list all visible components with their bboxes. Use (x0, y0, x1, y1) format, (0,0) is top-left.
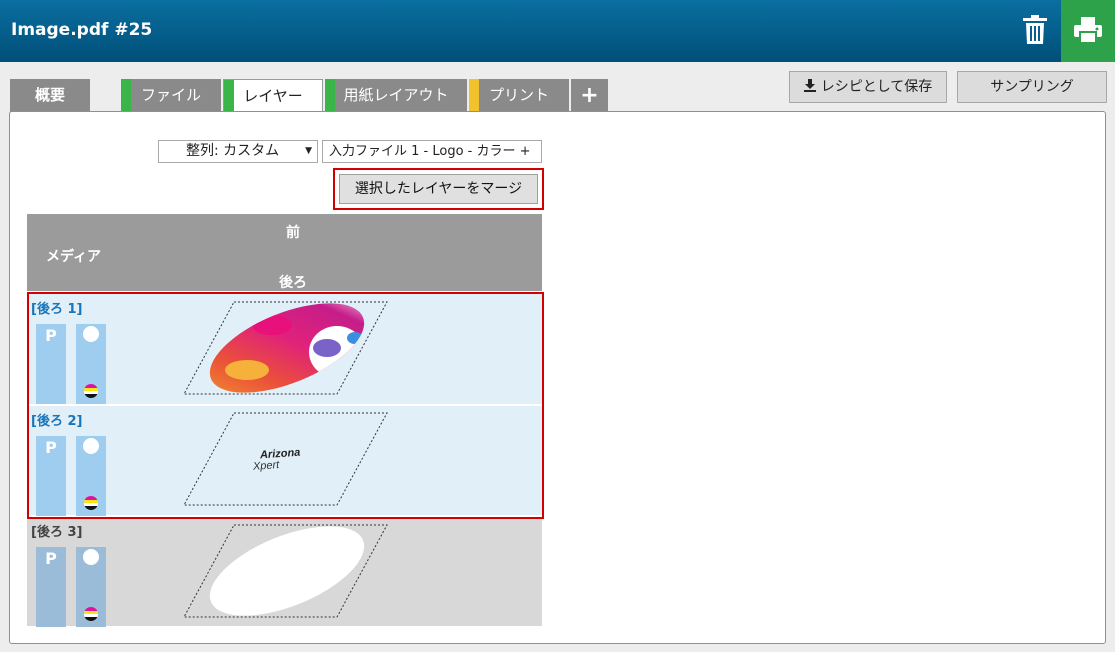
media-label: メディア (46, 249, 102, 265)
input-file-value: 入力ファイル 1 - Logo - カラー + (329, 144, 531, 159)
save-recipe-button[interactable]: レシピとして保存 (789, 71, 947, 103)
tab-paper-layout[interactable]: 用紙レイアウト (325, 79, 467, 112)
dropdown-arrow-icon: ▼ (305, 146, 312, 156)
status-stripe (469, 79, 479, 112)
cmyk-icon (84, 607, 98, 621)
tab-label: 概要 (34, 86, 65, 104)
merge-label: 選択したレイヤーをマージ (354, 181, 523, 197)
print-button[interactable] (1061, 0, 1115, 62)
tab-print[interactable]: プリント (469, 79, 569, 112)
sampling-label: サンプリング (990, 79, 1074, 95)
status-stripe (224, 80, 234, 113)
save-recipe-label: レシピとして保存 (820, 79, 933, 95)
status-stripe (325, 79, 335, 112)
layer-label: [後ろ 3] (31, 525, 83, 540)
title-bar: Image.pdf #25 (0, 0, 1115, 62)
document-title: Image.pdf #25 (11, 20, 153, 40)
download-icon (803, 79, 816, 92)
tab-label: 用紙レイアウト (343, 86, 449, 104)
layer-row[interactable]: [後ろ 3] P (27, 517, 542, 627)
trash-icon[interactable] (1022, 15, 1048, 45)
tab-label: ファイル (140, 86, 201, 104)
plus-icon: + (580, 83, 599, 108)
status-stripe (121, 79, 131, 112)
tab-label: レイヤー (243, 87, 303, 105)
add-tab-button[interactable]: + (571, 79, 608, 112)
color-column (76, 547, 106, 627)
media-header: 前 メディア 後ろ (27, 214, 542, 291)
layer-preview (183, 524, 388, 618)
tab-label: プリント (488, 86, 549, 104)
input-file-select[interactable]: 入力ファイル 1 - Logo - カラー + (322, 140, 542, 163)
tab-layer[interactable]: レイヤー (223, 79, 323, 113)
sampling-button[interactable]: サンプリング (957, 71, 1107, 103)
tab-overview[interactable]: 概要 (10, 79, 90, 112)
tab-file[interactable]: ファイル (121, 79, 221, 112)
print-mode-label: P (45, 549, 57, 568)
merge-highlight: 選択したレイヤーをマージ (333, 168, 544, 210)
print-mode-column: P (36, 547, 66, 627)
front-label: 前 (286, 225, 300, 241)
selected-layers-highlight (27, 292, 544, 519)
back-label: 後ろ (279, 275, 307, 291)
sort-value: 整列: カスタム (186, 143, 280, 159)
white-ink-icon (83, 549, 99, 565)
sort-select[interactable]: 整列: カスタム ▼ (158, 140, 318, 163)
printer-icon (1074, 17, 1102, 43)
merge-layers-button[interactable]: 選択したレイヤーをマージ (339, 174, 538, 204)
white-ellipse (209, 526, 365, 616)
